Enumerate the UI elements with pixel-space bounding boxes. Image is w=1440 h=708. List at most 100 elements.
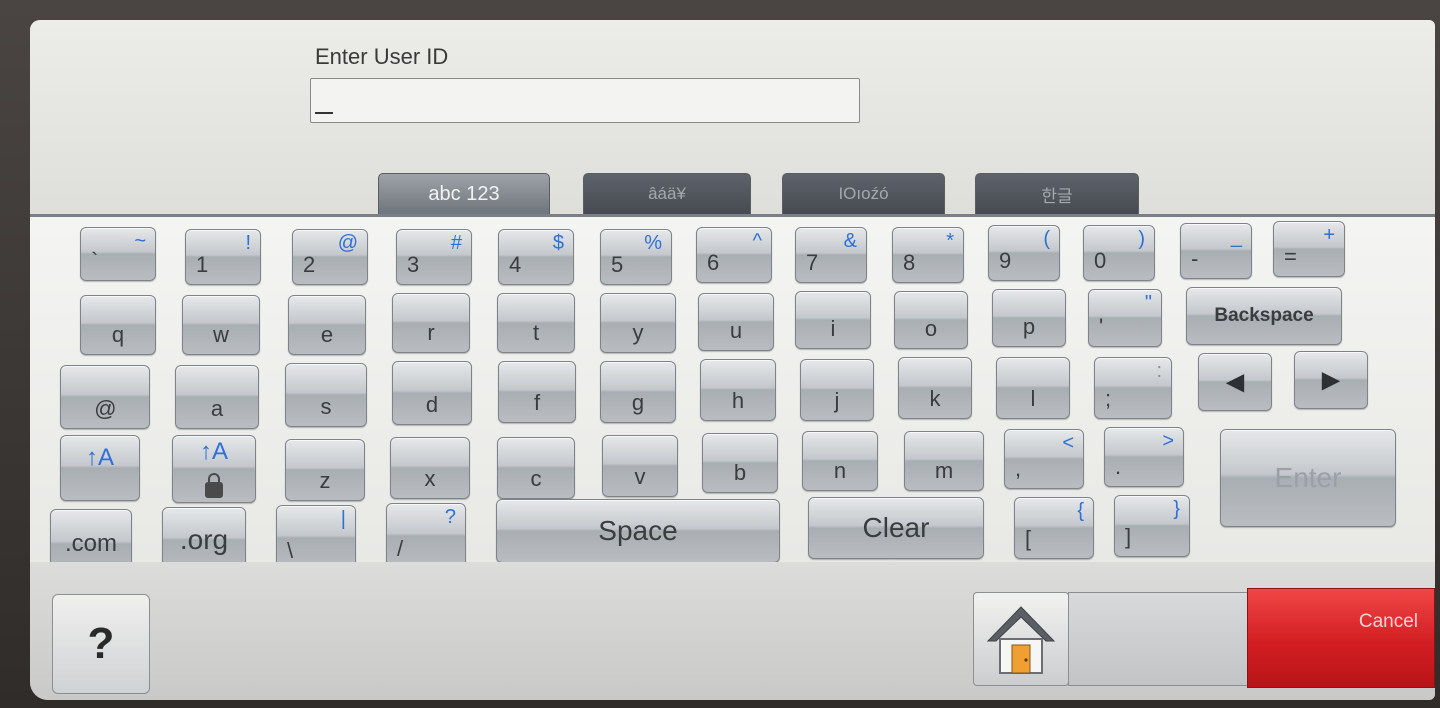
help-button[interactable]: ?	[52, 594, 150, 694]
key-main: Backspace	[1214, 305, 1314, 326]
key-close-bracket[interactable]: ] }	[1114, 495, 1190, 557]
key-r[interactable]: r	[392, 293, 470, 353]
space-button[interactable]: Space	[496, 499, 780, 563]
on-screen-keyboard: ` ~ 1 ! 2 @ 3 # 4 $ 5 % 6 ^ 7 & 8 * 9 (…	[30, 217, 1435, 579]
key-at[interactable]: @	[60, 365, 150, 429]
key-n[interactable]: n	[802, 431, 878, 491]
key-i[interactable]: i	[795, 291, 871, 349]
cursor-left-button[interactable]: ◀	[1198, 353, 1272, 411]
key-k[interactable]: k	[898, 357, 972, 419]
key-o[interactable]: o	[894, 291, 968, 349]
arrow-left-icon: ◀	[1225, 368, 1245, 396]
key-sub: *	[946, 230, 954, 252]
key-main: 1	[196, 252, 209, 277]
key-f[interactable]: f	[498, 361, 576, 423]
key-u[interactable]: u	[698, 293, 774, 351]
key-main: x	[424, 466, 436, 491]
key-m[interactable]: m	[904, 431, 984, 491]
key-z[interactable]: z	[285, 439, 365, 501]
key-s[interactable]: s	[285, 363, 367, 427]
key-sub: &	[843, 230, 857, 252]
key-j[interactable]: j	[800, 359, 874, 421]
key-main: p	[1022, 314, 1036, 339]
tab-accents-cyrillic-polish[interactable]: IOıoźó	[782, 173, 945, 215]
key-main: k	[929, 386, 941, 411]
key-sub: :	[1156, 360, 1162, 382]
key-main: Space	[598, 515, 678, 546]
lock-icon	[205, 473, 223, 498]
tab-abc-123[interactable]: abc 123	[378, 173, 550, 215]
key-main: h	[731, 388, 745, 413]
key-main: 8	[903, 250, 916, 275]
key-sub: >	[1162, 430, 1174, 452]
key-main: n	[833, 458, 847, 483]
key-main: y	[632, 320, 644, 345]
key-e[interactable]: e	[288, 295, 366, 355]
key-period[interactable]: . >	[1104, 427, 1184, 487]
tab-label: abc 123	[428, 182, 500, 205]
key-quote[interactable]: ' "	[1088, 289, 1162, 347]
key-6[interactable]: 6 ^	[696, 227, 772, 283]
key-7[interactable]: 7 &	[795, 227, 867, 283]
key-main: 2	[303, 252, 316, 277]
clear-button[interactable]: Clear	[808, 497, 984, 559]
enter-button[interactable]: Enter	[1220, 429, 1396, 527]
key-c[interactable]: c	[497, 437, 575, 499]
key-3[interactable]: 3 #	[396, 229, 472, 285]
key-l[interactable]: l	[996, 357, 1070, 419]
key-w[interactable]: w	[182, 295, 260, 355]
key-5[interactable]: 5 %	[600, 229, 672, 285]
key-2[interactable]: 2 @	[292, 229, 368, 285]
key-main: .org	[179, 524, 229, 555]
key-sub: ?	[444, 506, 456, 528]
key-0[interactable]: 0 )	[1083, 225, 1155, 281]
text-cursor	[315, 112, 333, 114]
key-semicolon[interactable]: ; :	[1094, 357, 1172, 419]
key-y[interactable]: y	[600, 293, 676, 353]
key-sub: (	[1043, 228, 1050, 250]
key-g[interactable]: g	[600, 361, 676, 423]
key-main: m	[934, 458, 954, 483]
key-v[interactable]: v	[602, 435, 678, 497]
key-sub: !	[245, 232, 251, 254]
key-main: u	[729, 318, 743, 343]
key-1[interactable]: 1 !	[185, 229, 261, 285]
backspace-button[interactable]: Backspace	[1186, 287, 1342, 345]
key-x[interactable]: x	[390, 437, 470, 499]
key-q[interactable]: q	[80, 295, 156, 355]
key-minus[interactable]: - _	[1180, 223, 1252, 279]
key-main: =	[1284, 244, 1297, 269]
tab-accents-latin[interactable]: âáä¥	[583, 173, 751, 215]
key-p[interactable]: p	[992, 289, 1066, 347]
key-8[interactable]: 8 *	[892, 227, 964, 283]
key-h[interactable]: h	[700, 359, 776, 421]
key-9[interactable]: 9 (	[988, 225, 1060, 281]
key-main: i	[830, 316, 836, 341]
key-sub: $	[552, 232, 564, 254]
tab-korean[interactable]: 한글	[975, 173, 1139, 215]
key-main: o	[924, 316, 938, 341]
key-d[interactable]: d	[392, 361, 472, 425]
key-4[interactable]: 4 $	[498, 229, 574, 285]
key-comma[interactable]: , <	[1004, 429, 1084, 489]
key-main: e	[320, 322, 334, 347]
user-id-input[interactable]	[310, 78, 860, 123]
key-a[interactable]: a	[175, 365, 259, 429]
cancel-button[interactable]: Cancel	[1247, 588, 1435, 688]
key-slash[interactable]: / ?	[386, 503, 466, 569]
key-main: .com	[64, 530, 117, 557]
key-main: .	[1115, 454, 1122, 479]
bottom-bar: ? Cancel	[30, 562, 1435, 700]
key-b[interactable]: b	[702, 433, 778, 493]
shift-key[interactable]: ↑A	[60, 435, 140, 501]
key-t[interactable]: t	[497, 293, 575, 353]
key-main: 7	[806, 250, 819, 275]
cursor-right-button[interactable]: ▶	[1294, 351, 1368, 409]
key-main: 3	[407, 252, 420, 277]
home-button[interactable]	[973, 592, 1069, 686]
key-backtick[interactable]: ` ~	[80, 227, 156, 281]
cancel-label: Cancel	[1358, 611, 1418, 632]
key-open-bracket[interactable]: [ {	[1014, 497, 1094, 559]
caps-lock-key[interactable]: ↑A	[172, 435, 256, 503]
key-equals[interactable]: = +	[1273, 221, 1345, 277]
